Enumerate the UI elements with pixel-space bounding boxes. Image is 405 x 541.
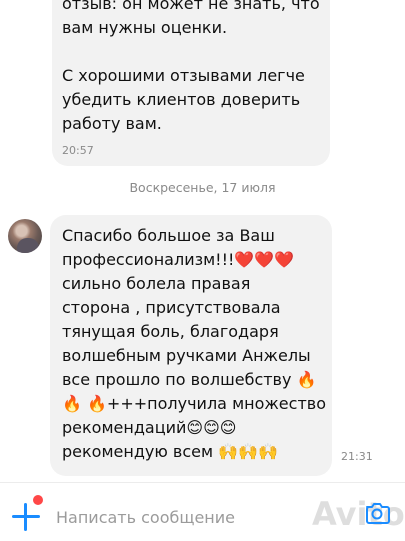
chat-area: отзыв: он может не знать, что вам нужны … — [0, 0, 405, 482]
message-text-line: тянущая боль, благодаря — [62, 322, 279, 341]
user-avatar[interactable] — [8, 219, 42, 253]
avito-watermark: Avito — [312, 495, 405, 533]
message-bubble-previous: отзыв: он может не знать, что вам нужны … — [52, 0, 330, 166]
message-text-line: сильно болела правая — [62, 274, 251, 293]
camera-icon[interactable] — [364, 501, 390, 525]
plus-icon-bar — [24, 503, 27, 531]
message-bubble-incoming[interactable]: Спасибо большое за Ваш профессионализм!!… — [50, 215, 332, 476]
message-text-line: все прошло по волшебству 🔥 — [62, 370, 317, 389]
message-text-line: отзыв: он может не знать, что — [62, 0, 320, 13]
message-timestamp: 21:31 — [341, 450, 373, 463]
message-text-line: Спасибо большое за Ваш — [62, 226, 275, 245]
message-text-line: профессионализм!!!❤️❤️❤️ — [62, 250, 295, 269]
date-separator: Воскресенье, 17 июля — [129, 180, 276, 195]
message-text-line: работу вам. — [62, 114, 162, 133]
message-text-line: 🔥 🔥+++получила множество — [62, 394, 326, 413]
message-text-line: рекомендую всем 🙌🙌🙌 — [62, 442, 278, 461]
message-text-line: убедить клиентов доверить — [62, 90, 301, 109]
message-text-line: рекомендаций😊😊😊 — [62, 418, 237, 437]
message-text-line: вам нужны оценки. — [62, 18, 228, 37]
message-input[interactable] — [54, 501, 338, 533]
message-timestamp: 20:57 — [62, 144, 94, 157]
message-text-line: сторона , присутствовала — [62, 298, 281, 317]
message-text-line: С хорошими отзывами легче — [62, 66, 305, 85]
message-composer: Avito — [0, 482, 405, 541]
plus-icon[interactable] — [12, 503, 40, 531]
message-text-line: волшебным ручками Анжелы — [62, 346, 311, 365]
message-text: Спасибо большое за Ваш профессионализм!!… — [62, 224, 326, 464]
notification-dot — [33, 495, 43, 505]
